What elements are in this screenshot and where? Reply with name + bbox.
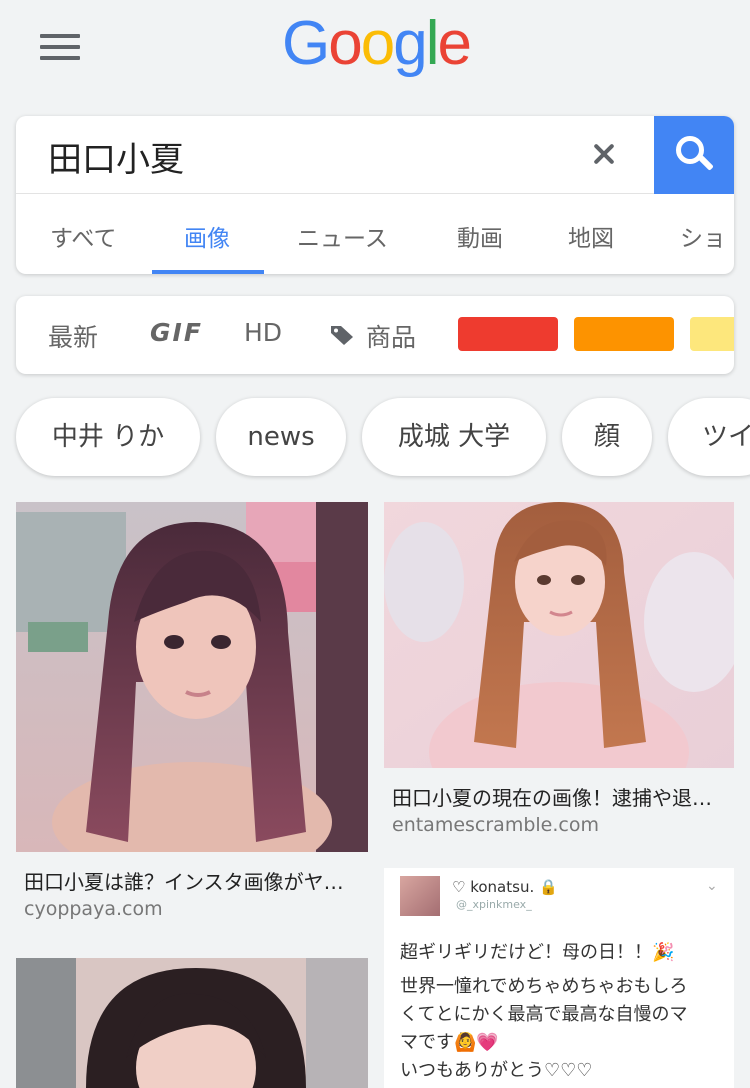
google-logo[interactable]: Google <box>282 8 472 79</box>
tweet-text-line: マです🙆💗 <box>400 1032 499 1053</box>
filter-products[interactable]: 商品 <box>366 318 416 354</box>
search-button[interactable] <box>654 116 734 194</box>
tab-images[interactable]: 画像 <box>184 219 230 253</box>
search-row: 田口小夏 <box>16 116 734 194</box>
chip-related[interactable]: 中井 りか <box>16 398 200 476</box>
tweet-text-line: いつもありがとう♡♡♡ <box>400 1060 593 1081</box>
tweet-handle: @_xpinkmex_ <box>456 898 532 911</box>
result-image[interactable] <box>16 502 368 852</box>
active-tab-indicator <box>152 270 264 274</box>
tab-shopping[interactable]: ショ <box>680 219 726 253</box>
avatar <box>400 876 440 916</box>
tab-news[interactable]: ニュース <box>297 219 388 253</box>
result-image[interactable] <box>384 502 734 768</box>
chip-related[interactable]: 顔 <box>562 398 652 476</box>
color-swatch-red[interactable] <box>458 317 558 351</box>
filter-hd[interactable]: HD <box>244 318 282 347</box>
chip-related[interactable]: news <box>216 398 346 476</box>
search-card: 田口小夏 すべて 画像 ニュース 動画 地図 ショ <box>16 116 734 274</box>
filter-bar: 最新 GIF HD 商品 <box>16 296 734 374</box>
color-swatch-orange[interactable] <box>574 317 674 351</box>
chip-related[interactable]: ツイ <box>668 398 750 476</box>
color-swatch-yellow[interactable] <box>690 317 734 351</box>
tab-maps[interactable]: 地図 <box>568 219 614 253</box>
result-image[interactable] <box>16 958 368 1088</box>
result-source: cyoppaya.com <box>24 898 163 920</box>
result-source: entamescramble.com <box>392 814 599 836</box>
search-input[interactable]: 田口小夏 <box>48 132 184 181</box>
tweet-text-line: 超ギリギリだけど！母の日！！🎉 <box>400 942 675 963</box>
tweet-text-line: くてとにかく最高で最高な自慢のマ <box>400 1004 688 1025</box>
menu-icon[interactable] <box>40 34 80 60</box>
tag-icon <box>331 326 353 345</box>
tab-all[interactable]: すべて <box>50 219 116 253</box>
result-caption[interactable]: 田口小夏の現在の画像！逮捕や退… <box>392 782 712 811</box>
header: Google <box>0 0 750 100</box>
result-image-tweet[interactable]: ♡ konatsu. 🔒 @_xpinkmex_ ⌄ 超ギリギリだけど！母の日！… <box>384 868 734 1088</box>
tab-videos[interactable]: 動画 <box>457 219 503 253</box>
filter-latest[interactable]: 最新 <box>48 318 98 354</box>
tweet-text-line: 世界一憧れでめちゃめちゃおもしろ <box>400 976 688 997</box>
clear-icon[interactable] <box>584 134 624 174</box>
filter-gif[interactable]: GIF <box>150 318 203 347</box>
search-tabs: すべて 画像 ニュース 動画 地図 ショ <box>16 195 734 274</box>
chip-related[interactable]: 成城 大学 <box>362 398 546 476</box>
tweet-username: ♡ konatsu. 🔒 <box>452 878 558 896</box>
result-caption[interactable]: 田口小夏は誰？インスタ画像がヤ… <box>24 866 344 895</box>
chevron-down-icon: ⌄ <box>706 878 718 894</box>
